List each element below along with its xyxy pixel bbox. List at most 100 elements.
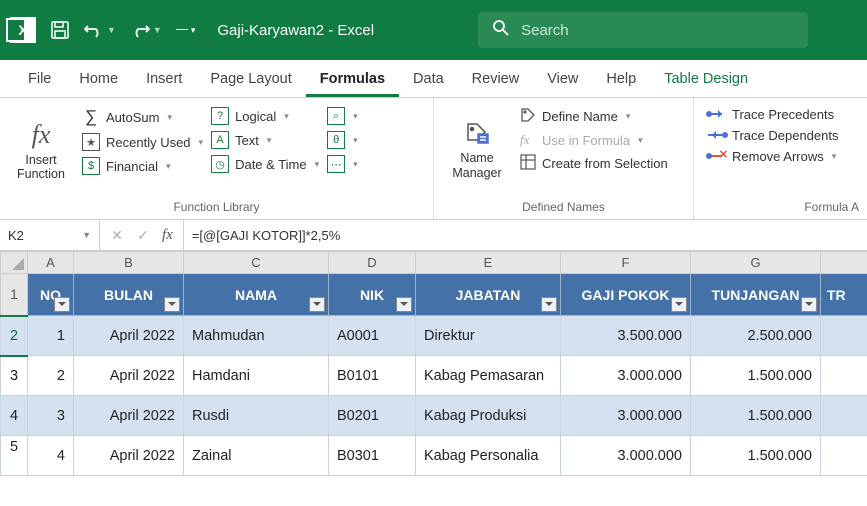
more-button[interactable]: ⋯▾ — [327, 155, 358, 173]
cell[interactable]: 3.000.000 — [561, 356, 691, 396]
cell[interactable] — [821, 396, 867, 436]
cell[interactable]: 1.500.000 — [691, 436, 821, 476]
autosum-button[interactable]: ∑AutoSum▾ — [82, 107, 203, 127]
filter-button[interactable] — [396, 297, 412, 312]
cell[interactable]: Direktur — [416, 316, 561, 356]
tab-insert[interactable]: Insert — [132, 62, 196, 97]
cell[interactable]: Zainal — [184, 436, 329, 476]
col-header-b[interactable]: B — [74, 252, 184, 274]
cell[interactable]: Kabag Produksi — [416, 396, 561, 436]
date-time-button[interactable]: ◷Date & Time▾ — [211, 155, 319, 173]
table-header-bulan[interactable]: BULAN — [74, 274, 184, 316]
cell[interactable]: 4 — [28, 436, 74, 476]
table-row[interactable]: 2 1 April 2022 Mahmudan A0001 Direktur 3… — [1, 316, 867, 356]
table-header-nama[interactable]: NAMA — [184, 274, 329, 316]
tab-help[interactable]: Help — [592, 62, 650, 97]
cell[interactable]: 3 — [28, 396, 74, 436]
define-name-button[interactable]: Define Name▾ — [520, 107, 668, 126]
row-header-2[interactable]: 2 — [1, 316, 28, 356]
filter-button[interactable] — [164, 297, 180, 312]
remove-arrows-button[interactable]: Remove Arrows▾ — [708, 149, 838, 164]
search-box[interactable]: Search — [478, 12, 808, 48]
cell[interactable]: 1.500.000 — [691, 356, 821, 396]
cell[interactable]: 1 — [28, 316, 74, 356]
redo-button[interactable]: ▼ — [130, 21, 162, 39]
chevron-down-icon[interactable]: ▼ — [82, 230, 91, 240]
create-from-selection-button[interactable]: Create from Selection — [520, 154, 668, 173]
filter-button[interactable] — [309, 297, 325, 312]
tab-home[interactable]: Home — [65, 62, 132, 97]
name-box[interactable]: K2 ▼ — [0, 220, 100, 251]
table-row[interactable]: 4 3 April 2022 Rusdi B0201 Kabag Produks… — [1, 396, 867, 436]
tab-table-design[interactable]: Table Design — [650, 62, 762, 97]
row-header-3[interactable]: 3 — [1, 356, 28, 396]
insert-function-button[interactable]: fx Insert Function — [8, 103, 74, 198]
tab-page-layout[interactable]: Page Layout — [196, 62, 305, 97]
cell[interactable]: Kabag Personalia — [416, 436, 561, 476]
cell[interactable]: B0101 — [329, 356, 416, 396]
name-manager-button[interactable]: Name Manager — [442, 103, 512, 198]
cell[interactable]: April 2022 — [74, 356, 184, 396]
logical-button[interactable]: ?Logical▾ — [211, 107, 319, 125]
row-header-5[interactable]: 5 — [1, 436, 28, 476]
col-header-a[interactable]: A — [28, 252, 74, 274]
cell[interactable]: 3.000.000 — [561, 436, 691, 476]
filter-button[interactable] — [801, 297, 817, 312]
cell[interactable]: Rusdi — [184, 396, 329, 436]
recently-used-button[interactable]: ★Recently Used▾ — [82, 133, 203, 151]
cell[interactable]: B0301 — [329, 436, 416, 476]
table-header-jabatan[interactable]: JABATAN — [416, 274, 561, 316]
cancel-formula-button[interactable]: ✕ — [106, 227, 128, 244]
table-header-gaji-pokok[interactable]: GAJI POKOK — [561, 274, 691, 316]
cell[interactable] — [821, 436, 867, 476]
cell[interactable]: 2 — [28, 356, 74, 396]
formula-input[interactable]: =[@[GAJI KOTOR]]*2,5% — [183, 220, 867, 250]
tab-data[interactable]: Data — [399, 62, 458, 97]
table-header-no[interactable]: NO — [28, 274, 74, 316]
cell[interactable]: April 2022 — [74, 396, 184, 436]
tab-view[interactable]: View — [533, 62, 592, 97]
financial-button[interactable]: $Financial▾ — [82, 157, 203, 175]
cell[interactable]: Mahmudan — [184, 316, 329, 356]
filter-button[interactable] — [54, 297, 70, 312]
filter-button[interactable] — [671, 297, 687, 312]
accept-formula-button[interactable]: ✓ — [132, 227, 154, 244]
tab-formulas[interactable]: Formulas — [306, 62, 399, 97]
table-row[interactable]: 3 2 April 2022 Hamdani B0101 Kabag Pemas… — [1, 356, 867, 396]
col-header-f[interactable]: F — [561, 252, 691, 274]
table-header-tunjangan[interactable]: TUNJANGAN — [691, 274, 821, 316]
qat-customize-button[interactable]: ▾ — [176, 25, 196, 36]
filter-button[interactable] — [541, 297, 557, 312]
cell[interactable]: 3.500.000 — [561, 316, 691, 356]
math-button[interactable]: θ▾ — [327, 131, 358, 149]
tab-review[interactable]: Review — [458, 62, 534, 97]
save-button[interactable] — [50, 20, 70, 40]
cell[interactable]: 2.500.000 — [691, 316, 821, 356]
trace-dependents-button[interactable]: Trace Dependents — [708, 128, 838, 143]
cell[interactable]: 3.000.000 — [561, 396, 691, 436]
col-header-e[interactable]: E — [416, 252, 561, 274]
text-button[interactable]: AText▾ — [211, 131, 319, 149]
cell[interactable]: April 2022 — [74, 436, 184, 476]
row-header-1[interactable]: 1 — [1, 274, 28, 316]
row-header-4[interactable]: 4 — [1, 396, 28, 436]
table-row[interactable]: 5 4 April 2022 Zainal B0301 Kabag Person… — [1, 436, 867, 476]
col-header-g[interactable]: G — [691, 252, 821, 274]
worksheet[interactable]: A B C D E F G 1 NO BULAN NAMA NIK JABATA… — [0, 251, 867, 476]
cell[interactable] — [821, 316, 867, 356]
cell[interactable]: Kabag Pemasaran — [416, 356, 561, 396]
cell[interactable]: B0201 — [329, 396, 416, 436]
trace-precedents-button[interactable]: Trace Precedents — [708, 107, 838, 122]
cell[interactable]: A0001 — [329, 316, 416, 356]
lookup-button[interactable]: ⌕▾ — [327, 107, 358, 125]
fx-icon[interactable]: fx — [162, 227, 173, 244]
table-header-tr[interactable]: TR — [821, 274, 867, 316]
use-in-formula-button[interactable]: fxUse in Formula▾ — [520, 132, 668, 148]
cell[interactable]: Hamdani — [184, 356, 329, 396]
col-header-d[interactable]: D — [329, 252, 416, 274]
table-header-nik[interactable]: NIK — [329, 274, 416, 316]
undo-button[interactable]: ▼ — [84, 21, 116, 39]
cell[interactable]: 1.500.000 — [691, 396, 821, 436]
col-header-h[interactable] — [821, 252, 867, 274]
cell[interactable]: April 2022 — [74, 316, 184, 356]
